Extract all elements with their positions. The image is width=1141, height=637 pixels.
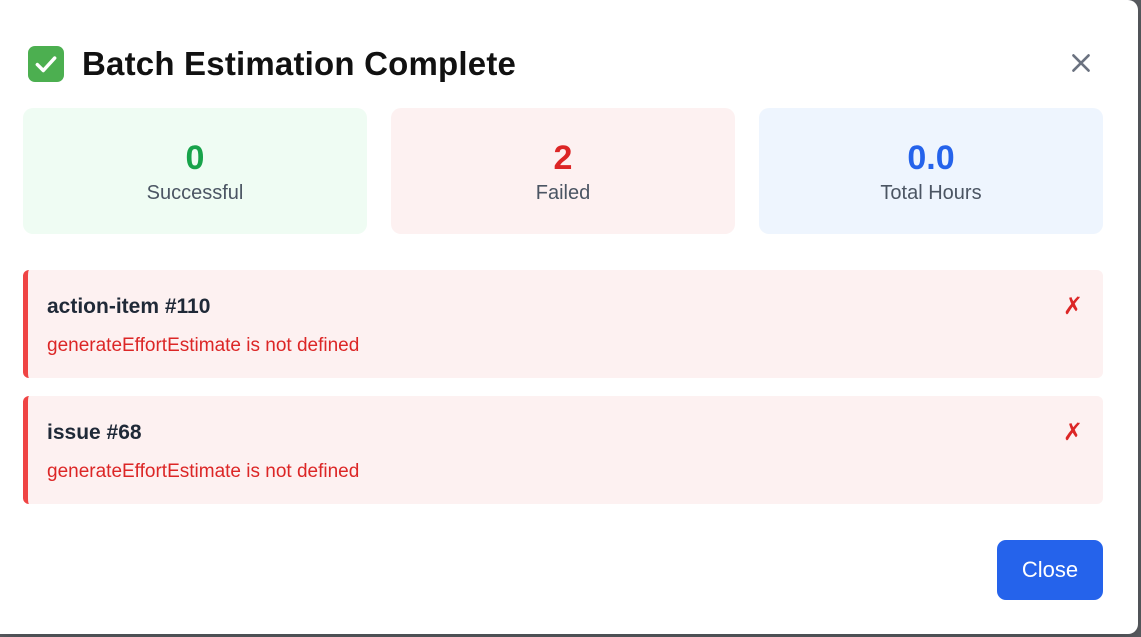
check-mark-icon [28,46,64,82]
close-icon[interactable] [1064,46,1098,80]
failed-x-icon: ✗ [1062,292,1083,320]
close-button[interactable]: Close [997,540,1103,600]
batch-estimation-dialog: Batch Estimation Complete 0 Successful 2… [0,0,1138,634]
stat-failed: 2 Failed [391,108,735,234]
stat-value: 0 [185,138,205,177]
stat-successful: 0 Successful [23,108,367,234]
list-item: issue #68 generateEffortEstimate is not … [23,396,1103,504]
result-error-message: generateEffortEstimate is not defined [47,461,360,482]
stat-value: 0.0 [907,138,955,177]
result-title: issue #68 [47,421,142,444]
result-error-message: generateEffortEstimate is not defined [47,335,360,356]
stat-label: Failed [535,181,591,204]
results-list: action-item #110 generateEffortEstimate … [23,270,1103,522]
failed-x-icon: ✗ [1062,418,1083,446]
result-title: action-item #110 [47,295,211,318]
stats-summary: 0 Successful 2 Failed 0.0 Total Hours [23,108,1103,234]
dialog-header: Batch Estimation Complete [28,40,1110,88]
stat-label: Successful [146,181,244,204]
list-item: action-item #110 generateEffortEstimate … [23,270,1103,378]
dialog-title: Batch Estimation Complete [82,45,517,82]
stat-total-hours: 0.0 Total Hours [759,108,1103,234]
stat-value: 2 [553,138,573,177]
stat-label: Total Hours [880,181,982,204]
